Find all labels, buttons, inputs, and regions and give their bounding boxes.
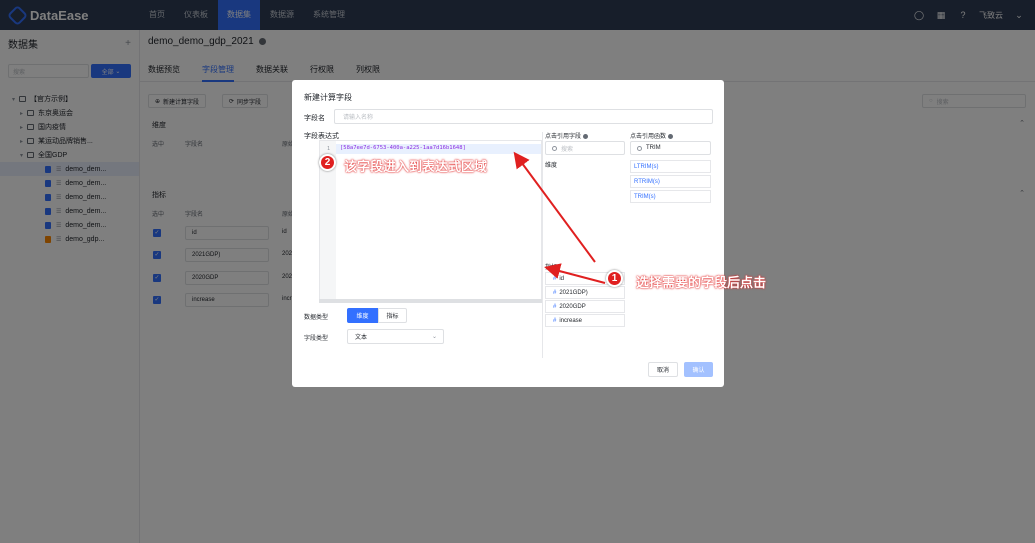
ref-fn-label: 点击引用函数 <box>630 131 674 140</box>
number-icon: # <box>553 303 557 310</box>
field-label: 2020GDP <box>559 303 586 310</box>
data-type-measure[interactable]: 指标 <box>378 308 407 323</box>
function-item-rtrim[interactable]: RTRIM(s) <box>630 175 711 188</box>
step-2-badge: 2 <box>319 154 336 171</box>
select-value: 文本 <box>355 335 368 341</box>
info-icon[interactable] <box>668 133 674 139</box>
cancel-button[interactable]: 取消 <box>648 362 678 377</box>
divider <box>542 132 543 358</box>
measure-field-item[interactable]: # increase <box>545 314 625 327</box>
step-1-text: 选择需要的字段后点击 <box>636 275 767 290</box>
number-icon: # <box>553 289 557 296</box>
measure-field-item[interactable]: #2020GDP <box>545 300 625 313</box>
data-type-dimension[interactable]: 维度 <box>347 308 378 323</box>
line-number: 1 <box>327 146 331 152</box>
step-1-badge: 1 <box>606 270 623 287</box>
field-type-label: 字段类型 <box>304 336 329 342</box>
ref-field-label: 点击引用字段 <box>545 131 589 140</box>
expression-text[interactable]: [58a7ee7d-6753-400a-a225-1aa7d16b1648] <box>340 145 466 151</box>
dialog-measure-label: 指标 <box>545 265 558 271</box>
search-icon <box>552 145 557 151</box>
field-type-select[interactable]: 文本 ⌄ <box>347 329 444 344</box>
search-value: TRIM <box>646 145 661 151</box>
step-2-text: 该字段进入到表达式区域 <box>344 159 488 174</box>
field-label: 2021GDP) <box>559 289 588 296</box>
number-icon: # <box>553 317 557 324</box>
confirm-button[interactable]: 确认 <box>684 362 713 377</box>
chevron-down-icon: ⌄ <box>431 334 437 340</box>
dialog-title: 新建计算字段 <box>304 93 352 102</box>
data-type-label: 数据类型 <box>304 315 329 321</box>
function-search-input[interactable]: TRIM <box>630 141 711 155</box>
editor-scrollbar[interactable] <box>319 299 542 303</box>
info-icon[interactable] <box>583 133 589 139</box>
dialog-dimension-label: 维度 <box>545 163 558 169</box>
ref-field-text: 点击引用字段 <box>545 134 582 140</box>
ref-fn-text: 点击引用函数 <box>630 134 667 140</box>
number-icon: # <box>553 275 557 282</box>
field-name-label: 字段名 <box>304 115 325 122</box>
field-label: increase <box>559 317 583 324</box>
field-search-input[interactable]: 搜索 <box>545 141 625 155</box>
function-item-trim[interactable]: TRIM(s) <box>630 190 711 203</box>
field-label: id <box>559 275 565 282</box>
search-icon <box>637 145 642 151</box>
field-name-input[interactable]: 请输入名称 <box>334 109 713 124</box>
new-calc-field-dialog: 新建计算字段 字段名 请输入名称 字段表达式 1 [58a7ee7d-6753-… <box>292 80 724 387</box>
search-placeholder: 搜索 <box>561 146 574 153</box>
function-item-ltrim[interactable]: LTRIM(s) <box>630 160 711 173</box>
measure-field-item[interactable]: #2021GDP) <box>545 286 625 299</box>
